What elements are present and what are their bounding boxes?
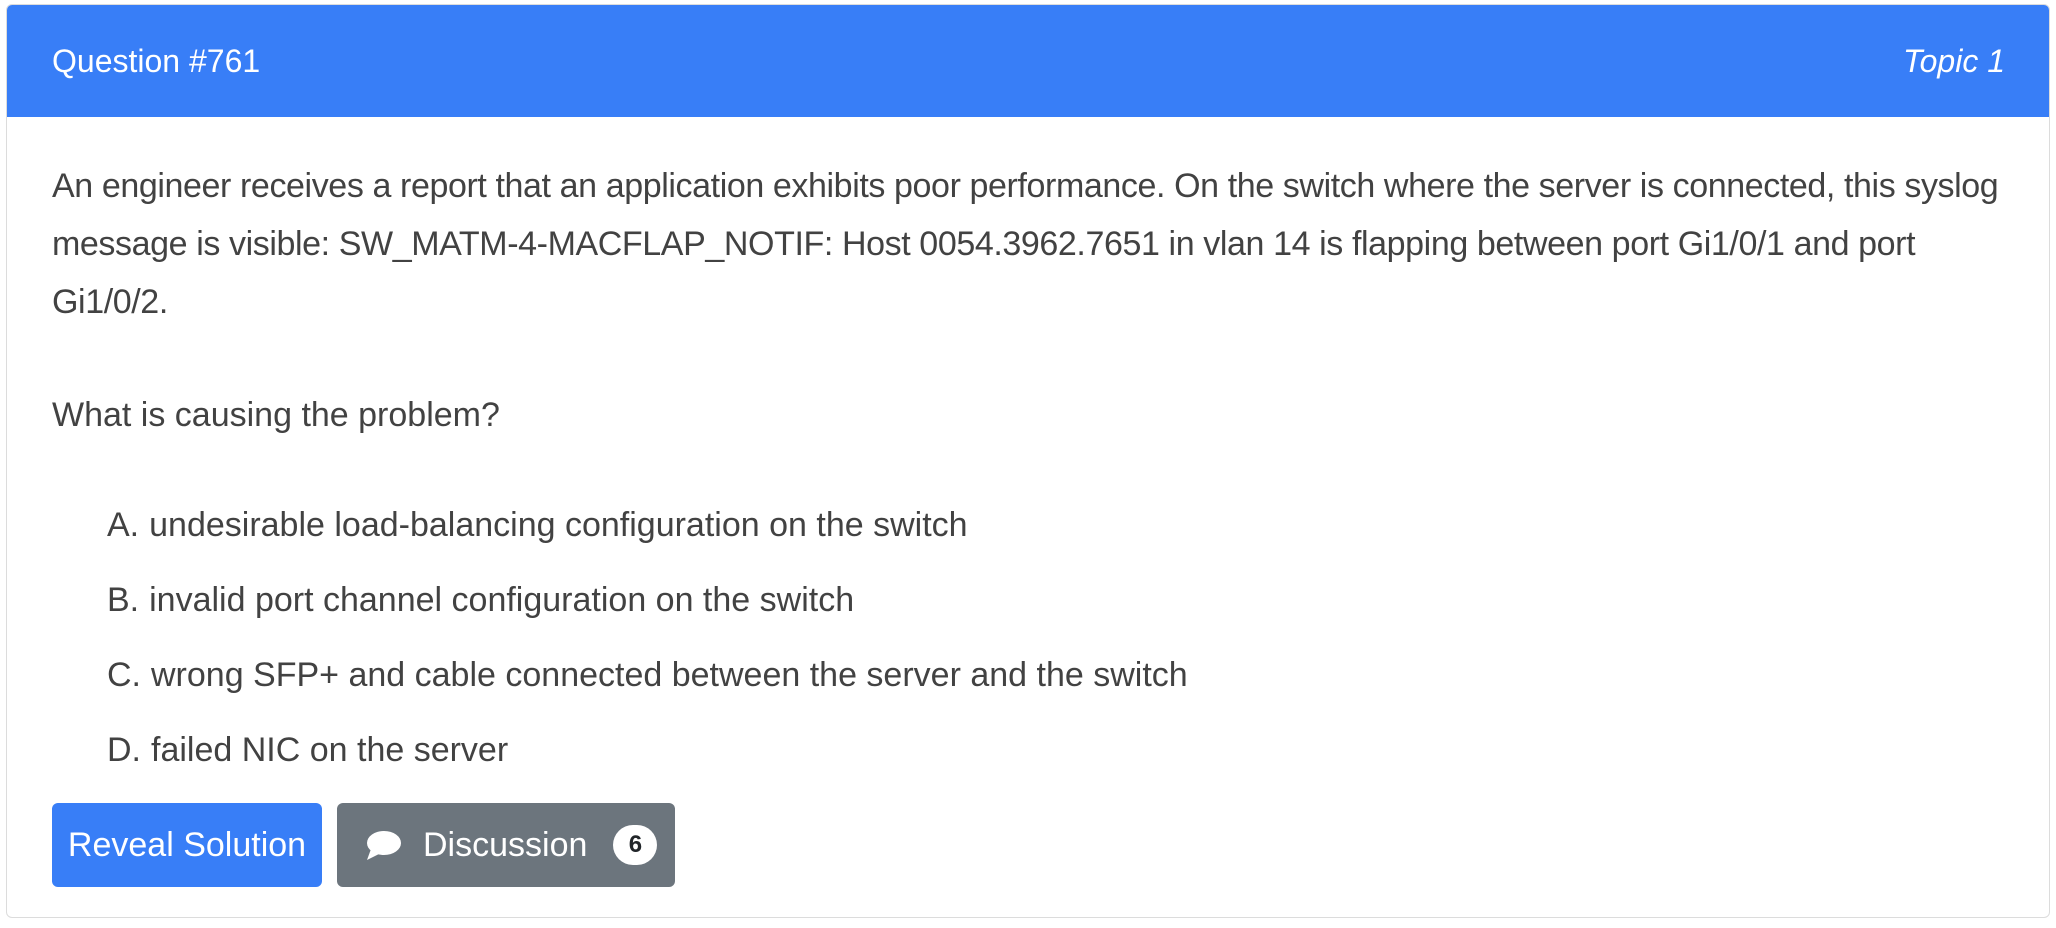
topic-label: Topic 1 bbox=[1903, 42, 2005, 79]
answer-choices: A. undesirable load-balancing configurati… bbox=[52, 498, 2004, 798]
question-prompt: What is causing the problem? bbox=[52, 396, 500, 434]
choice-d[interactable]: D. failed NIC on the server bbox=[107, 723, 2004, 798]
question-text-line-2: message is visible: SW_MATM-4-MACFLAP_NO… bbox=[52, 225, 1916, 321]
choice-letter: C. bbox=[107, 656, 141, 694]
comment-icon bbox=[365, 829, 403, 861]
choice-letter: B. bbox=[107, 581, 140, 619]
choice-a[interactable]: A. undesirable load-balancing configurati… bbox=[107, 498, 2004, 573]
choice-text: failed NIC on the server bbox=[151, 731, 509, 769]
question-number: Question #761 bbox=[52, 42, 261, 79]
choice-text: invalid port channel configuration on th… bbox=[149, 581, 855, 619]
question-card: Question #761 Topic 1 An engineer receiv… bbox=[6, 4, 2050, 918]
discussion-count-badge: 6 bbox=[613, 825, 658, 865]
question-header: Question #761 Topic 1 bbox=[7, 5, 2049, 117]
question-text-line-1: An engineer receives a report that an ap… bbox=[52, 167, 1999, 205]
choice-b[interactable]: B. invalid port channel configuration on … bbox=[107, 573, 2004, 648]
discussion-button[interactable]: Discussion 6 bbox=[337, 803, 675, 887]
choice-text: wrong SFP+ and cable connected between t… bbox=[151, 656, 1188, 694]
choice-c[interactable]: C. wrong SFP+ and cable connected between… bbox=[107, 648, 2004, 723]
discussion-label: Discussion bbox=[423, 825, 588, 864]
action-buttons: Reveal Solution Discussion 6 bbox=[52, 803, 2004, 887]
choice-text: undesirable load-balancing configuration… bbox=[149, 506, 968, 544]
question-body: An engineer receives a report that an ap… bbox=[7, 117, 2049, 887]
choice-letter: D. bbox=[107, 731, 141, 769]
reveal-solution-button[interactable]: Reveal Solution bbox=[52, 803, 322, 887]
choice-letter: A. bbox=[107, 506, 140, 544]
question-text: An engineer receives a report that an ap… bbox=[52, 157, 2004, 331]
